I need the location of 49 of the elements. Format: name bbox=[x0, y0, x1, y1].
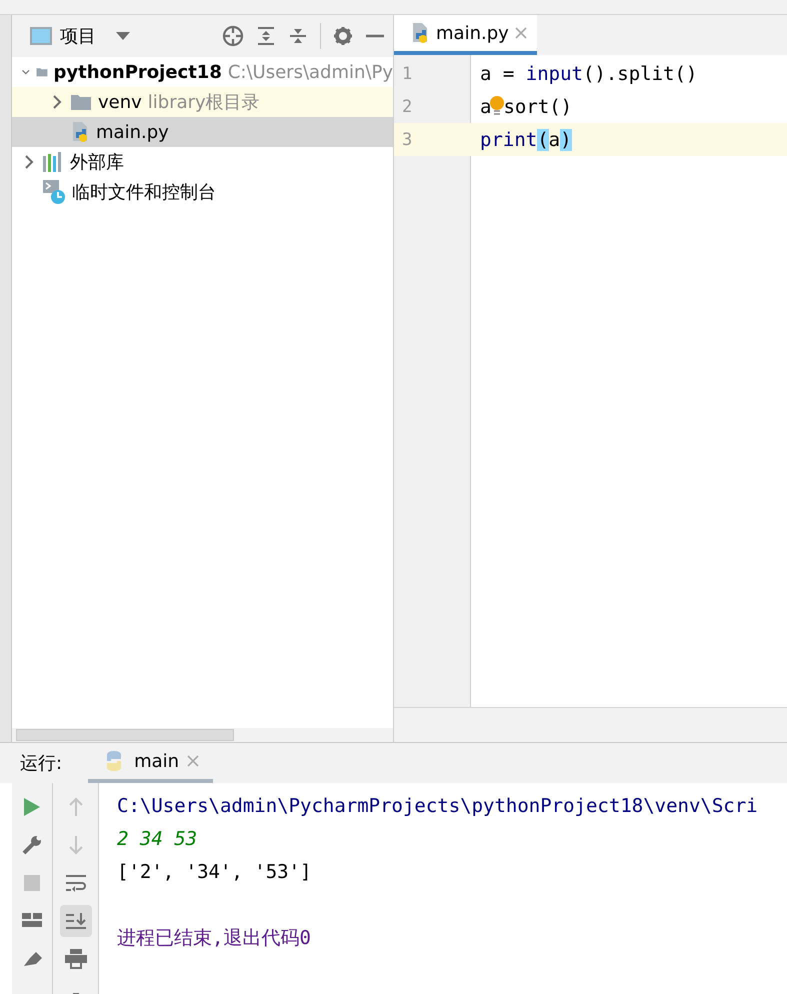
tree-item-hint: C:\Users\admin\Py bbox=[228, 62, 393, 82]
panel-label: 运行: bbox=[20, 752, 62, 775]
tree-row[interactable]: main.py bbox=[12, 117, 393, 147]
tree-row[interactable]: 临时文件和控制台 bbox=[12, 177, 393, 207]
console-line: 2 34 53 bbox=[117, 826, 198, 852]
folder-icon bbox=[70, 93, 92, 111]
console-line: ['2', '34', '53'] bbox=[117, 860, 312, 884]
tree-row[interactable]: pythonProject18 C:\Users\admin\Py bbox=[12, 57, 393, 87]
line-number: 2 bbox=[401, 96, 414, 116]
console-line: 进程已结束,退出代码0 bbox=[117, 926, 312, 950]
scrollbar-thumb[interactable] bbox=[16, 729, 234, 741]
close-icon[interactable] bbox=[514, 27, 527, 39]
expand-all-icon[interactable] bbox=[256, 26, 276, 46]
scroll-to-end-icon bbox=[64, 911, 86, 931]
up-arrow-icon bbox=[68, 797, 84, 817]
pin-icon bbox=[22, 952, 42, 966]
code-line: a = input().split() bbox=[479, 62, 698, 84]
stop-icon bbox=[24, 875, 40, 891]
soft-wrap-icon bbox=[64, 873, 86, 893]
wrench-icon bbox=[21, 834, 43, 856]
tree-item-label: 外部库 bbox=[70, 151, 124, 174]
layout-icon bbox=[22, 913, 42, 929]
line-number: 1 bbox=[401, 64, 414, 84]
tree-item-label: pythonProject18 bbox=[54, 62, 222, 82]
down-arrow-icon bbox=[68, 835, 84, 855]
tree-row[interactable]: 外部库 bbox=[12, 147, 393, 177]
collapse-all-icon[interactable] bbox=[288, 26, 308, 46]
code-line: print(a) bbox=[479, 128, 572, 150]
tree-item-label: 临时文件和控制台 bbox=[72, 181, 216, 204]
toolbar-button[interactable] bbox=[60, 905, 92, 937]
library-icon bbox=[42, 152, 64, 172]
tree-item-label: main.py bbox=[96, 122, 169, 142]
tree-item-label: venv bbox=[98, 92, 142, 112]
python-file-icon bbox=[70, 121, 90, 143]
tree-item-hint: library根目录 bbox=[148, 91, 260, 114]
window-icon bbox=[30, 27, 52, 45]
python-file-icon bbox=[410, 22, 430, 44]
dropdown-caret-icon[interactable] bbox=[116, 32, 130, 40]
code-line: a sort() bbox=[479, 96, 572, 118]
console-line: C:\Users\admin\PycharmProjects\pythonProject18\venv\Scri bbox=[117, 794, 758, 818]
settings-icon[interactable] bbox=[333, 26, 353, 46]
lightbulb-icon[interactable] bbox=[490, 96, 504, 118]
panel-title[interactable]: 项目 bbox=[60, 24, 96, 48]
locate-icon[interactable] bbox=[222, 25, 244, 47]
editor-tab[interactable]: main.py bbox=[394, 15, 537, 55]
run-icon bbox=[23, 797, 41, 817]
scratch-console-icon bbox=[42, 179, 66, 205]
print-icon bbox=[64, 949, 86, 969]
tree-row[interactable]: venv library根目录 bbox=[12, 87, 393, 117]
